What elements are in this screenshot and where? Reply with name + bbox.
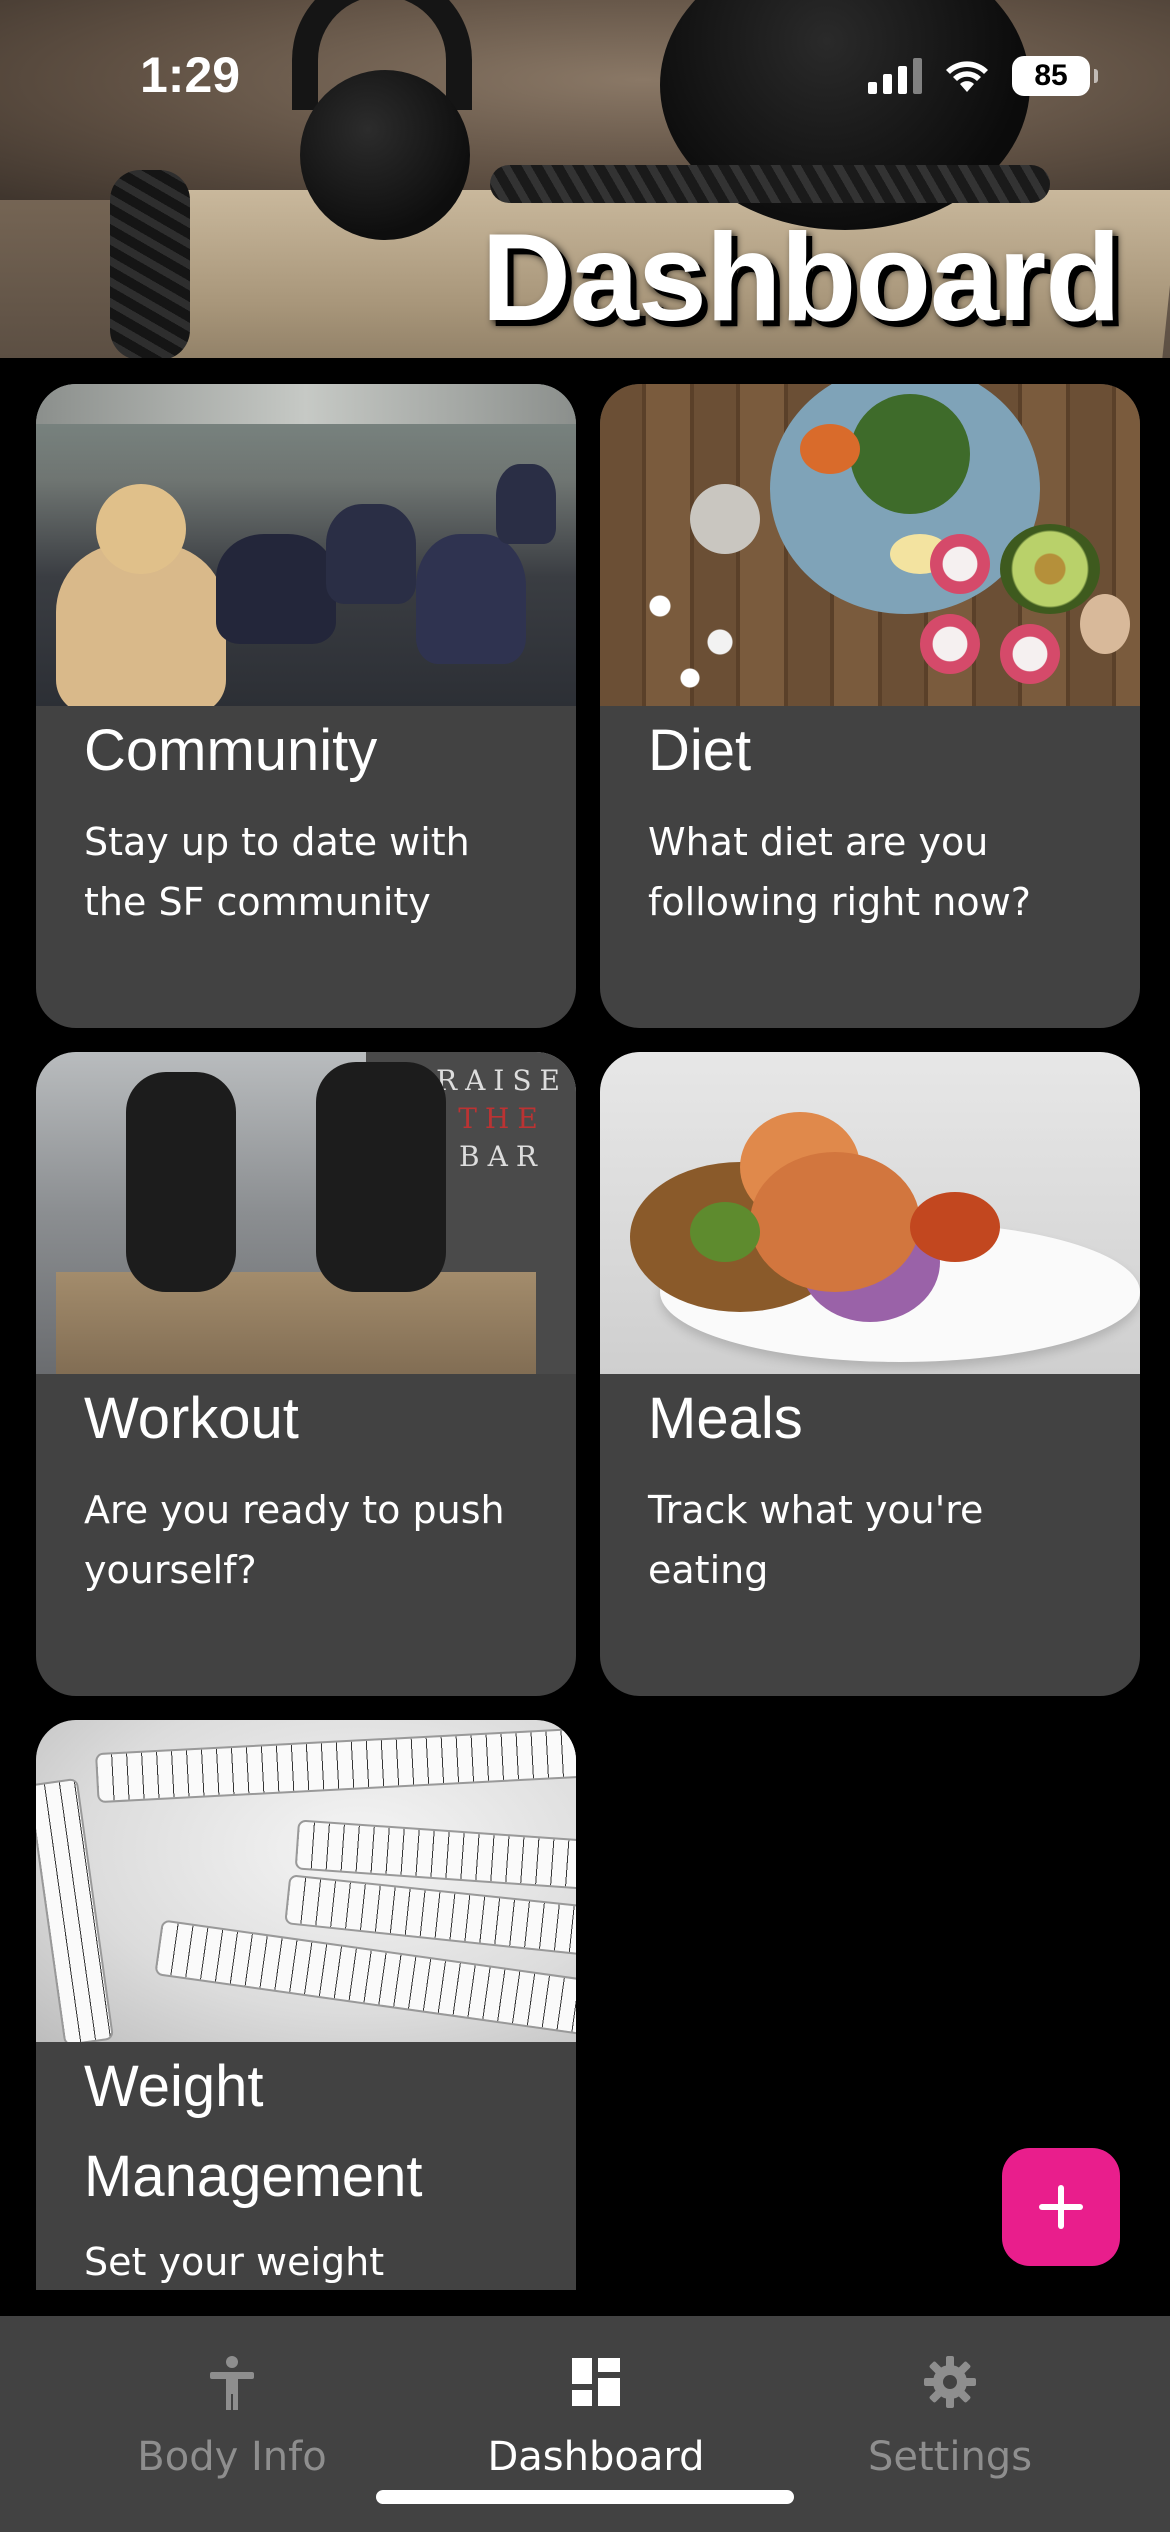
card-description: Set your weight bbox=[84, 2240, 385, 2284]
dashboard-icon bbox=[572, 2358, 620, 2406]
nav-label: Body Info bbox=[137, 2434, 327, 2480]
gear-icon bbox=[924, 2356, 976, 2408]
card-description: What diet are you following right now? bbox=[648, 820, 1031, 924]
weight-management-card[interactable]: Weight Management Set your weight bbox=[36, 1720, 576, 2290]
diet-card[interactable]: Diet What diet are you following right n… bbox=[600, 384, 1140, 1028]
nav-item-body-info[interactable]: Body Info bbox=[52, 2316, 412, 2486]
meals-card[interactable]: Meals Track what you're eating bbox=[600, 1052, 1140, 1696]
plus-icon bbox=[1039, 2185, 1083, 2229]
card-description: Are you ready to push yourself? bbox=[84, 1488, 505, 1592]
measuring-tape-photo bbox=[36, 1720, 576, 2042]
card-title: Weight Management bbox=[84, 2054, 423, 2209]
home-indicator[interactable] bbox=[376, 2490, 794, 2504]
nav-item-dashboard[interactable]: Dashboard bbox=[416, 2316, 776, 2486]
add-button[interactable] bbox=[1002, 2148, 1120, 2266]
nav-label: Settings bbox=[867, 2434, 1033, 2480]
card-description: Track what you're eating bbox=[648, 1488, 984, 1592]
nav-label: Dashboard bbox=[487, 2434, 705, 2480]
box-jump-gym-photo: RAISE THE BAR bbox=[36, 1052, 576, 1374]
app-screen: 1:29 85 Dashboard Community Stay up to d… bbox=[0, 0, 1170, 2532]
nav-item-settings[interactable]: Settings bbox=[770, 2316, 1130, 2486]
shrimp-stir-fry-photo bbox=[600, 1052, 1140, 1374]
group-exercise-class-photo bbox=[36, 384, 576, 706]
workout-card[interactable]: RAISE THE BAR Workout Are you ready to p… bbox=[36, 1052, 576, 1696]
dashboard-card-grid: Community Stay up to date with the SF co… bbox=[0, 0, 1170, 2532]
healthy-food-plate-photo bbox=[600, 384, 1140, 706]
card-title: Workout bbox=[84, 1386, 299, 1451]
community-card[interactable]: Community Stay up to date with the SF co… bbox=[36, 384, 576, 1028]
card-title: Meals bbox=[648, 1386, 803, 1451]
card-title: Community bbox=[84, 718, 378, 783]
raise-the-bar-wall-text: RAISE THE BAR bbox=[436, 1064, 568, 1173]
card-title: Diet bbox=[648, 718, 752, 783]
card-description: Stay up to date with the SF community bbox=[84, 820, 470, 924]
person-icon bbox=[210, 2356, 254, 2410]
